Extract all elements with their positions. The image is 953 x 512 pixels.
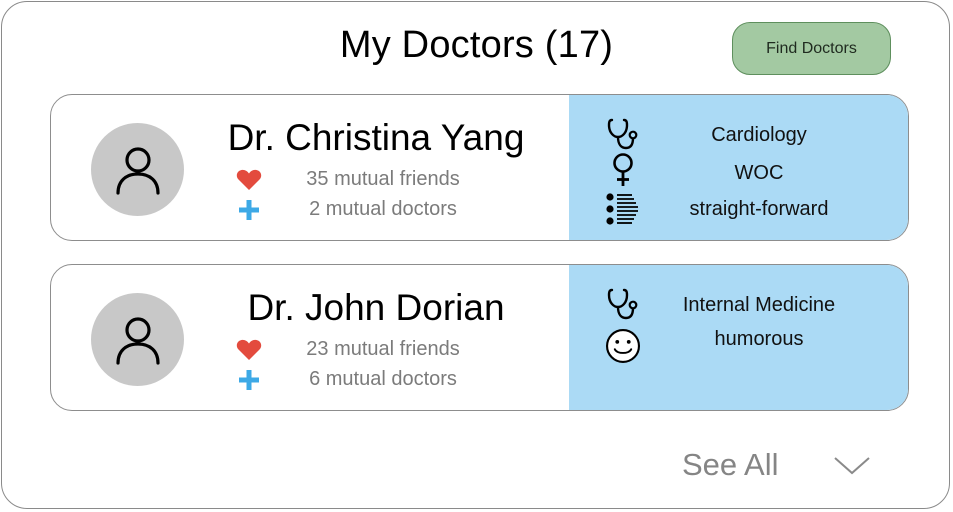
mutual-doctors: 2 mutual doctors [309,198,457,220]
mutual-friends: 35 mutual friends [306,168,460,190]
doctor-card[interactable]: Dr. John Dorian 23 mutual friends 6 mutu… [50,264,909,411]
doctor-name: Dr. John Dorian [247,287,505,328]
stethoscope-icon [605,117,641,151]
list-icon [605,192,641,226]
see-all-link[interactable]: See All [682,447,779,483]
doctors-panel [1,1,950,509]
plus-icon [235,367,263,393]
female-symbol-icon [605,153,641,187]
attribute-label: WOC [734,162,784,184]
chevron-down-icon[interactable] [833,455,871,477]
attribute-label: Internal Medicine [682,294,836,316]
heart-icon [235,167,263,193]
doctor-attributes: Internal Medicine humorous [569,265,908,410]
stethoscope-icon [605,287,641,321]
heart-icon [235,337,263,363]
smiley-face-icon [605,328,641,364]
plus-icon [235,197,263,223]
avatar [91,293,184,386]
doctor-name: Dr. Christina Yang [227,117,525,158]
attribute-label: straight-forward [689,198,829,220]
avatar [91,123,184,216]
mutual-friends: 23 mutual friends [306,338,460,360]
person-icon [115,316,160,365]
doctor-card[interactable]: Dr. Christina Yang 35 mutual friends 2 m… [50,94,909,241]
attribute-label: Cardiology [711,124,807,146]
mutual-doctors: 6 mutual doctors [309,368,457,390]
attribute-label: humorous [714,328,804,350]
doctor-attributes: Cardiology WOC straight-forward [569,95,908,240]
person-icon [115,146,160,195]
find-doctors-button[interactable]: Find Doctors [732,22,891,75]
